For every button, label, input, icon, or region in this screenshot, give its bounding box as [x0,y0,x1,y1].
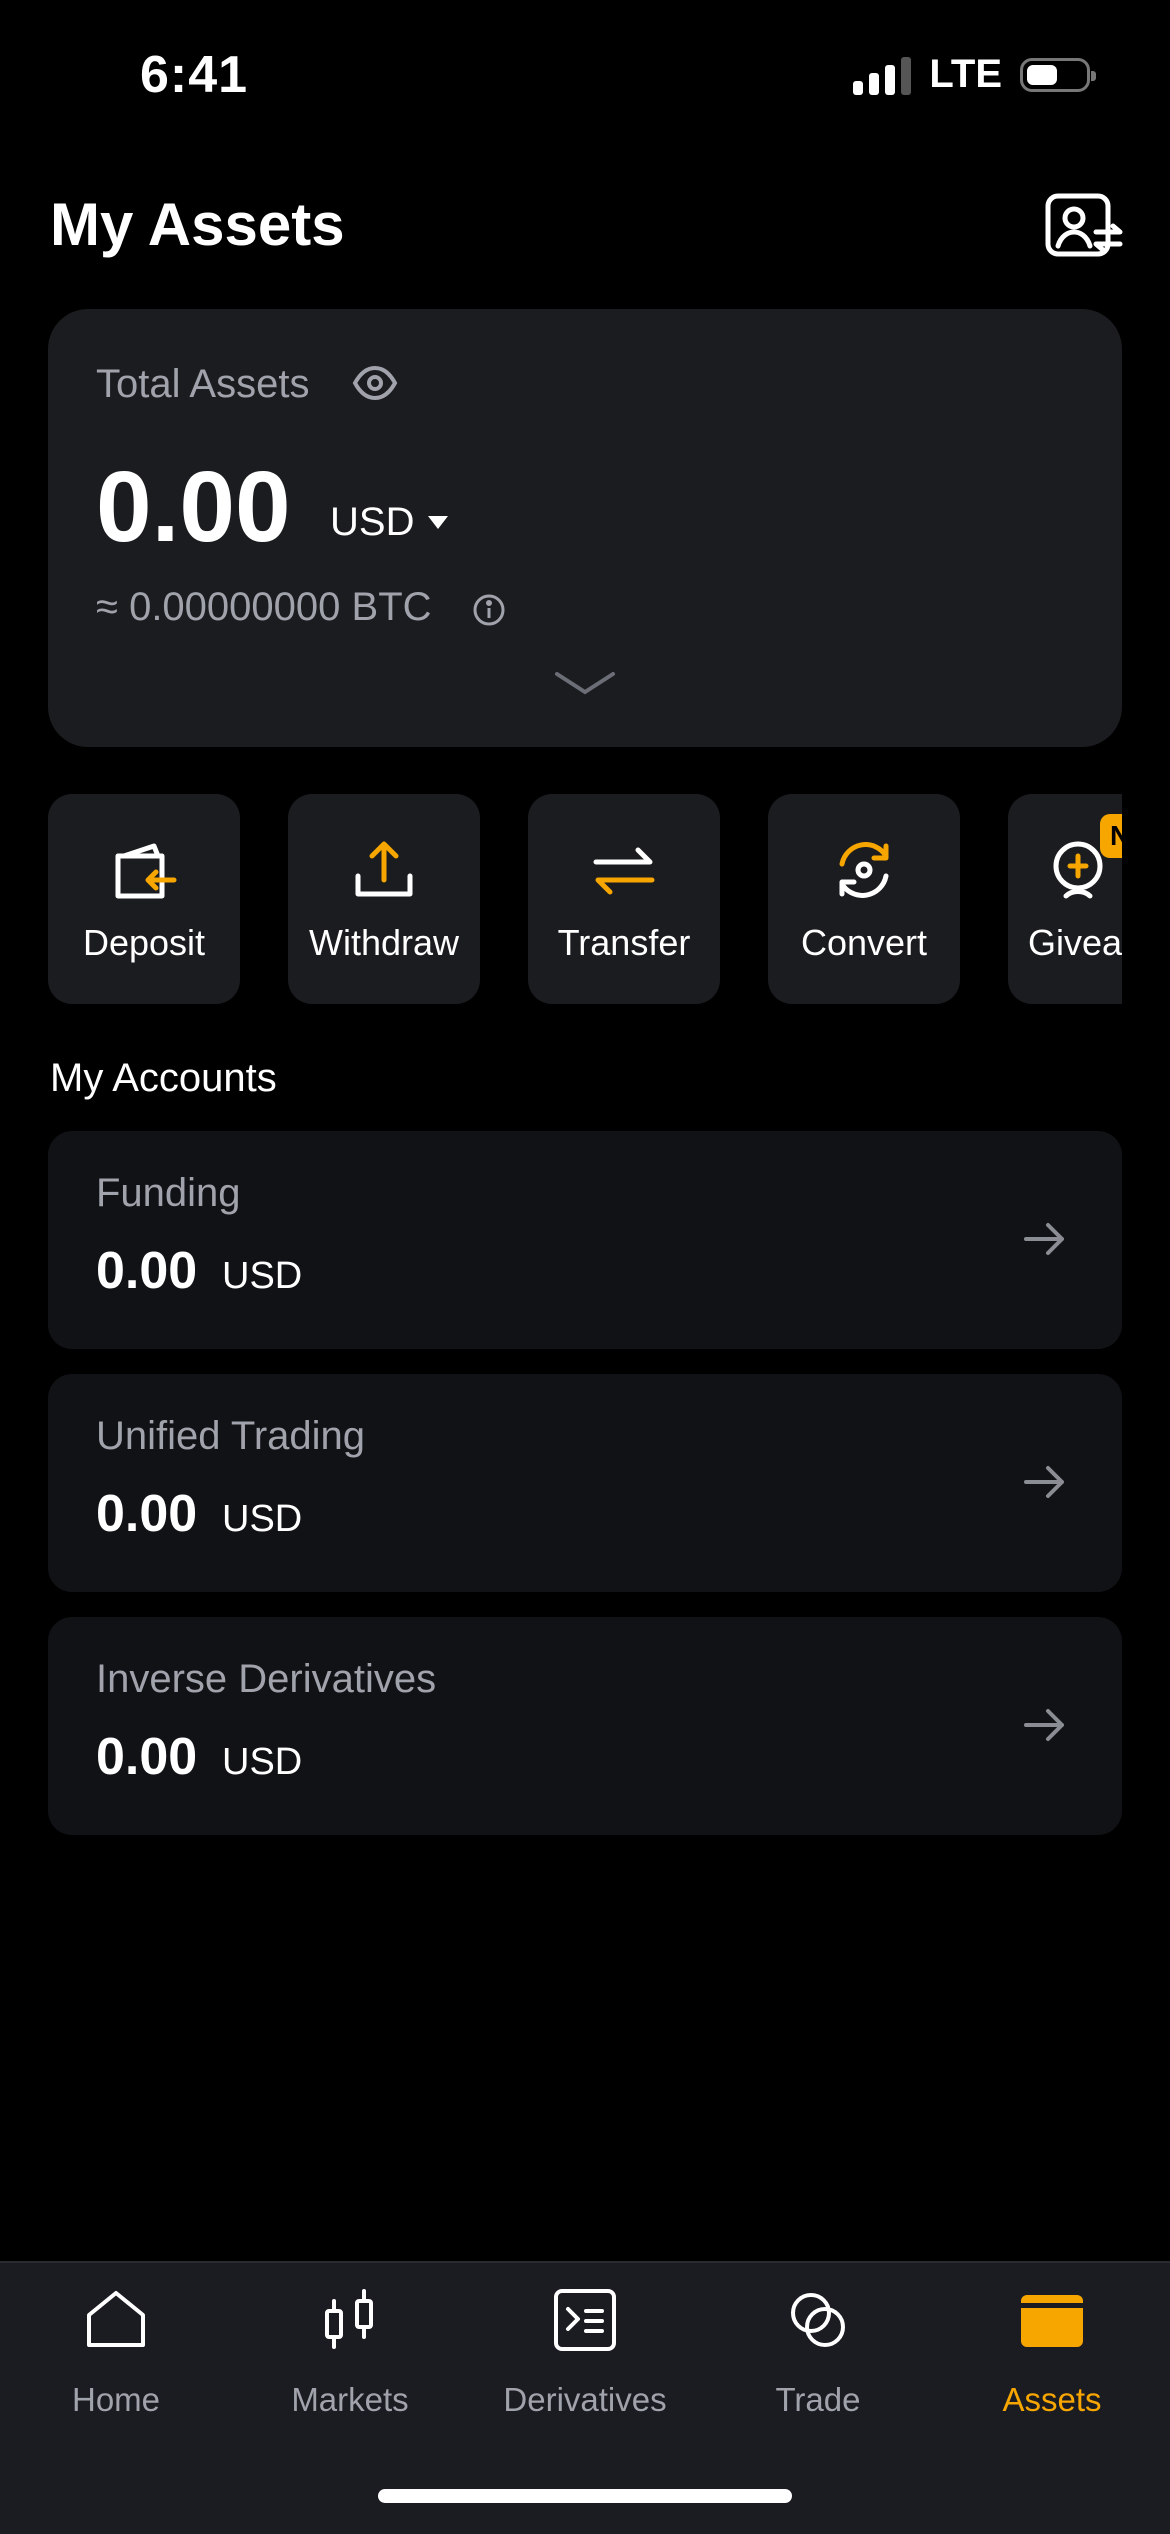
convert-icon [839,842,889,898]
wallet-icon [1021,2295,1083,2347]
account-card-unified-trading[interactable]: Unified Trading 0.00 USD [48,1374,1122,1592]
home-icon [87,2291,145,2347]
transfer-label: Transfer [557,922,691,963]
account-name: Inverse Derivatives [96,1657,437,1701]
arrow-right-icon [1024,1709,1064,1741]
withdraw-button[interactable]: Withdraw [288,794,480,1004]
account-unit: USD [222,1741,303,1783]
nav-assets[interactable]: Assets [952,2285,1152,2419]
derivatives-icon [554,2289,616,2351]
nav-markets[interactable]: Markets [250,2285,450,2419]
account-unit: USD [222,1255,303,1297]
account-unit: USD [222,1498,303,1540]
account-value: 0.00 [96,1485,198,1543]
account-card-funding[interactable]: Funding 0.00 USD [48,1131,1122,1349]
nav-home[interactable]: Home [16,2285,216,2419]
account-value: 0.00 [96,1728,198,1786]
account-value: 0.00 [96,1242,198,1300]
home-indicator[interactable] [378,2489,792,2503]
trade-icon [791,2293,845,2347]
transfer-icon [593,847,655,895]
giveaway-button[interactable]: N Giveaway [1008,794,1122,1004]
withdraw-label: Withdraw [308,922,460,963]
nav-derivatives[interactable]: Derivatives [485,2285,685,2419]
nav-label: Markets [291,2381,409,2418]
convert-button[interactable]: Convert [768,794,960,1004]
nav-label: Assets [1002,2381,1102,2418]
convert-label: Convert [800,922,928,963]
transfer-button[interactable]: Transfer [528,794,720,1004]
nav-label: Home [71,2381,161,2418]
deposit-button[interactable]: Deposit [48,794,240,1004]
new-badge: N [1100,814,1122,858]
nav-label: Derivatives [503,2381,667,2418]
account-name: Unified Trading [96,1414,366,1458]
nav-label: Trade [775,2381,861,2418]
account-card-inverse-derivatives[interactable]: Inverse Derivatives 0.00 USD [48,1617,1122,1835]
withdraw-icon [355,841,413,897]
giveaway-label: Giveaway [1028,922,1122,963]
candlestick-icon [325,2289,373,2349]
arrow-right-icon [1024,1466,1064,1498]
deposit-label: Deposit [82,922,206,963]
section-title-my-accounts: My Accounts [50,1056,277,1100]
arrow-right-icon [1024,1223,1064,1255]
nav-trade[interactable]: Trade [718,2285,918,2419]
account-name: Funding [96,1171,241,1215]
quick-actions: Deposit Withdraw Transfer Convert N Give… [0,0,1122,1100]
deposit-icon [115,843,177,899]
